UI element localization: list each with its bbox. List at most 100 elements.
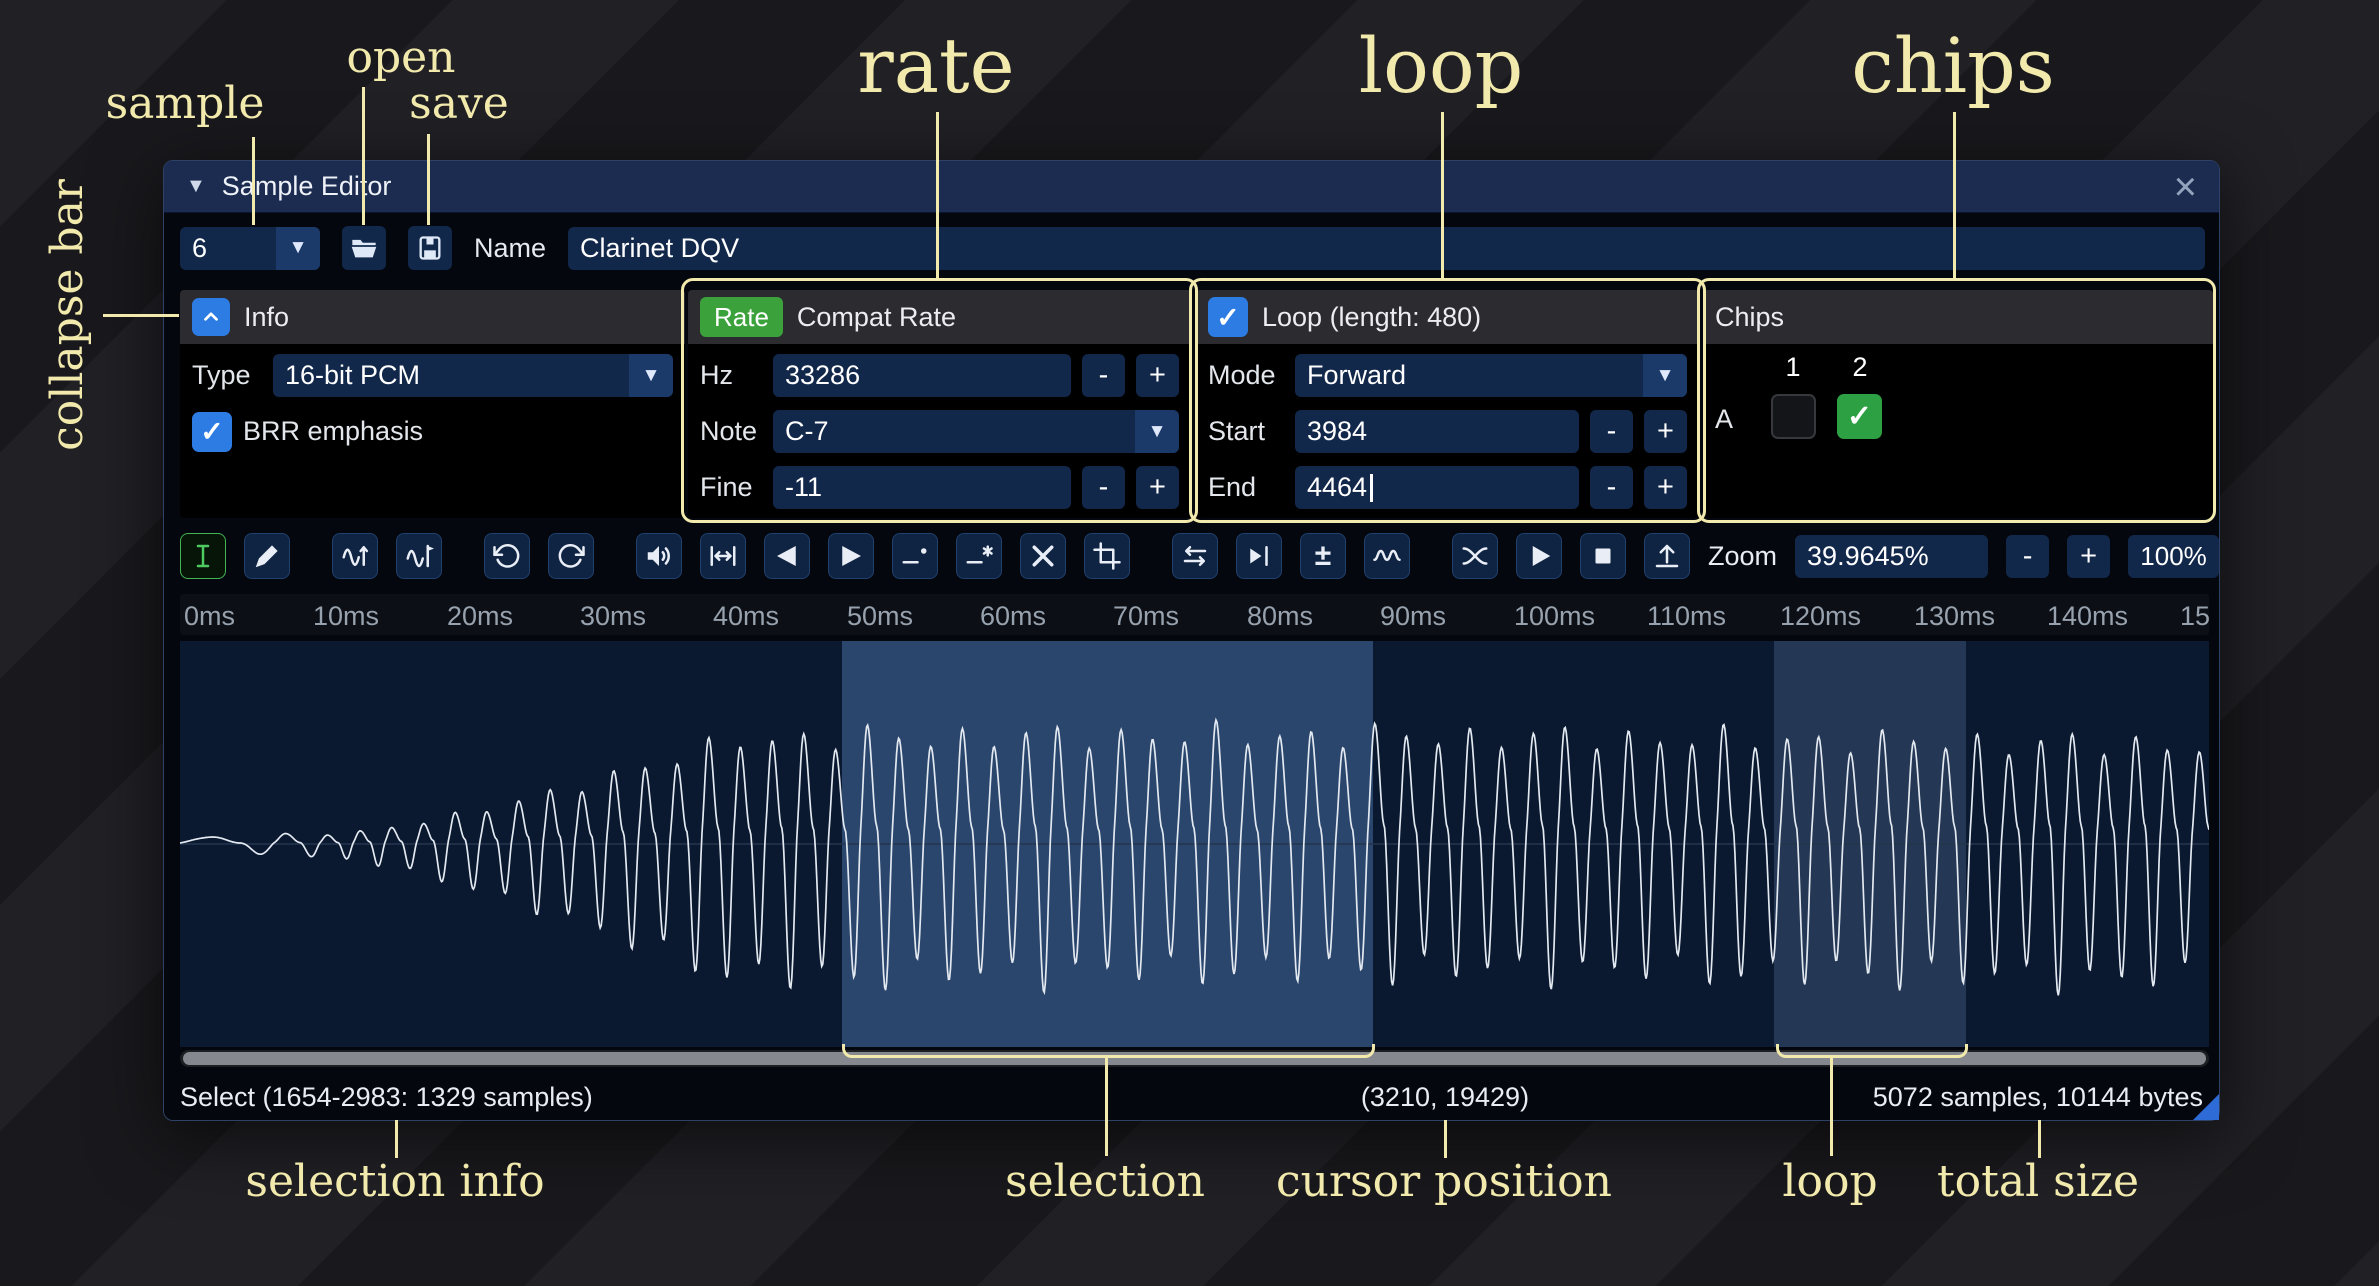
- chip-2-checkbox[interactable]: ✓: [1837, 394, 1882, 439]
- zoom-input[interactable]: 39.9645%: [1795, 535, 1988, 578]
- note-label: Note: [700, 416, 762, 447]
- status-bar: Select (1654-2983: 1329 samples) (3210, …: [180, 1070, 2209, 1122]
- dash-dot-icon: [900, 541, 930, 571]
- ruler-label: 70ms: [1113, 601, 1179, 632]
- close-icon[interactable]: ×: [2174, 167, 2197, 207]
- save-sample-button[interactable]: [408, 226, 452, 270]
- zoom-in-button[interactable]: +: [2067, 535, 2110, 578]
- loop-start-input[interactable]: 3984: [1295, 410, 1579, 453]
- loop-end-decrease-button[interactable]: -: [1590, 466, 1633, 509]
- waveform-view[interactable]: [180, 641, 2209, 1047]
- sample-number-select[interactable]: 6 ▼: [180, 227, 320, 270]
- timeline-ruler[interactable]: 0ms 10ms 20ms 30ms 40ms 50ms 60ms 70ms 8…: [180, 594, 2209, 635]
- ibeam-cursor-icon: [188, 541, 218, 571]
- type-label: Type: [192, 360, 262, 391]
- annotation-line-open: [362, 87, 365, 225]
- annotated-screenshot: ▼ Sample Editor × 6 ▼ Name Clarinet: [0, 0, 2379, 1286]
- total-size-text: 5072 samples, 10144 bytes: [1873, 1082, 2203, 1113]
- ruler-label: 100ms: [1514, 601, 1595, 632]
- crossfade-loop-button[interactable]: [1452, 533, 1498, 579]
- chip-1-checkbox[interactable]: [1771, 394, 1816, 439]
- zoom-reset-button[interactable]: 100%: [2128, 535, 2219, 578]
- trim-button[interactable]: [1084, 533, 1130, 579]
- collapse-panel-button[interactable]: [192, 298, 230, 336]
- resize-button[interactable]: [332, 533, 378, 579]
- annotation-collapse-bar: collapse bar: [46, 179, 90, 451]
- loop-mode-select[interactable]: Forward ▼: [1295, 354, 1687, 397]
- stop-preview-button[interactable]: [1580, 533, 1626, 579]
- signed-unsigned-button[interactable]: ±: [1300, 533, 1346, 579]
- loop-panel-header: ✓ Loop (length: 480): [1196, 290, 1699, 344]
- loop-end-value: 4464: [1307, 472, 1367, 503]
- chips-panel-title: Chips: [1715, 302, 1784, 333]
- ruler-label: 40ms: [713, 601, 779, 632]
- fade-out-button[interactable]: [764, 533, 810, 579]
- note-select[interactable]: C-7 ▼: [773, 410, 1179, 453]
- loop-end-input[interactable]: 4464: [1295, 466, 1579, 509]
- fade-in-button[interactable]: [828, 533, 874, 579]
- loop-start-increase-button[interactable]: +: [1644, 410, 1687, 453]
- undo-button[interactable]: [484, 533, 530, 579]
- loop-mode-label: Mode: [1208, 360, 1284, 391]
- delete-button[interactable]: [1020, 533, 1066, 579]
- ruler-label: 60ms: [980, 601, 1046, 632]
- sine-filter-icon: [1372, 541, 1402, 571]
- crop-icon: [1092, 541, 1122, 571]
- resample-button[interactable]: [396, 533, 442, 579]
- rate-badge[interactable]: Rate: [700, 297, 783, 337]
- fine-increase-button[interactable]: +: [1136, 466, 1179, 509]
- insert-silence-button[interactable]: [892, 533, 938, 579]
- chips-panel-header: Chips: [1703, 290, 2213, 344]
- fine-decrease-button[interactable]: -: [1082, 466, 1125, 509]
- apply-filter-button[interactable]: [1364, 533, 1410, 579]
- speaker-icon: [644, 541, 674, 571]
- loop-start-decrease-button[interactable]: -: [1590, 410, 1633, 453]
- titlebar[interactable]: ▼ Sample Editor ×: [164, 161, 2219, 213]
- hz-input[interactable]: 33286: [773, 354, 1071, 397]
- loop-start-label: Start: [1208, 416, 1284, 447]
- draw-tool-button[interactable]: [244, 533, 290, 579]
- redo-icon: [556, 541, 586, 571]
- undo-icon: [492, 541, 522, 571]
- invert-button[interactable]: [1236, 533, 1282, 579]
- hz-value: 33286: [785, 360, 860, 391]
- reverse-arrows-icon: [1180, 541, 1210, 571]
- amplify-button[interactable]: [636, 533, 682, 579]
- reverse-button[interactable]: [1172, 533, 1218, 579]
- apply-silence-button[interactable]: [956, 533, 1002, 579]
- check-icon: ✓: [1847, 399, 1872, 434]
- check-icon: ✓: [1216, 301, 1239, 334]
- loop-end-increase-button[interactable]: +: [1644, 466, 1687, 509]
- annotation-open: open: [346, 36, 455, 80]
- cursor-position-text: (3210, 19429): [1361, 1082, 1529, 1113]
- redo-button[interactable]: [548, 533, 594, 579]
- open-sample-button[interactable]: [342, 226, 386, 270]
- zoom-out-button[interactable]: -: [2006, 535, 2049, 578]
- sample-type-select[interactable]: 16-bit PCM ▼: [273, 354, 673, 397]
- brr-emphasis-checkbox[interactable]: ✓: [192, 412, 232, 452]
- annotation-loop: loop: [1359, 28, 1523, 104]
- create-wavetable-button[interactable]: [1644, 533, 1690, 579]
- chevron-down-icon[interactable]: ▼: [1643, 354, 1687, 397]
- annotation-line-total-size: [2038, 1120, 2041, 1158]
- fine-input[interactable]: -11: [773, 466, 1071, 509]
- hz-decrease-button[interactable]: -: [1082, 354, 1125, 397]
- chevron-down-icon[interactable]: ▼: [629, 354, 673, 397]
- zoom-value: 39.9645%: [1807, 541, 1929, 572]
- sample-toolbar: ± Zoom 39.9645% - + 100%: [180, 530, 2209, 582]
- annotation-selection: selection: [1005, 1160, 1205, 1204]
- sample-name-input[interactable]: Clarinet DQV: [568, 227, 2205, 270]
- chevron-down-icon[interactable]: ▼: [276, 227, 320, 270]
- preview-sample-button[interactable]: [1516, 533, 1562, 579]
- chevron-down-icon[interactable]: ▼: [1135, 410, 1179, 453]
- loop-enable-checkbox[interactable]: ✓: [1208, 297, 1248, 337]
- ruler-label: 0ms: [184, 601, 235, 632]
- chip-row-label: A: [1715, 404, 1733, 435]
- hz-increase-button[interactable]: +: [1136, 354, 1179, 397]
- normalize-button[interactable]: [700, 533, 746, 579]
- window-collapse-icon[interactable]: ▼: [186, 175, 206, 198]
- annotation-total-size: total size: [1937, 1160, 2139, 1204]
- select-tool-button[interactable]: [180, 533, 226, 579]
- annotation-save: save: [409, 82, 509, 126]
- window-resize-grip[interactable]: [2193, 1094, 2219, 1120]
